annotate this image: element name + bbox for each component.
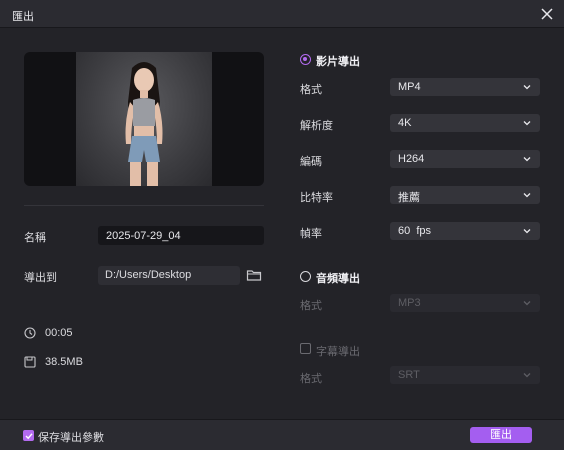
clock-icon — [24, 327, 36, 339]
dialog-title: 匯出 — [12, 11, 34, 23]
chevron-down-icon — [523, 373, 531, 378]
browse-folder-button[interactable] — [246, 267, 262, 283]
save-params-label: 保存導出參數 — [38, 432, 104, 444]
video-preview — [24, 52, 264, 186]
framerate-label: 幀率 — [300, 228, 322, 240]
duration-value: 00:05 — [45, 327, 73, 339]
framerate-select[interactable]: 60 fps — [390, 222, 540, 240]
storage-icon — [24, 356, 36, 368]
chevron-down-icon — [523, 121, 531, 126]
video-format-label: 格式 — [300, 84, 322, 96]
video-format-select[interactable]: MP4 — [390, 78, 540, 96]
person-figure-image — [125, 62, 163, 186]
checkmark-icon — [25, 433, 33, 440]
chevron-down-icon — [523, 157, 531, 162]
export-to-label: 導出到 — [24, 272, 57, 284]
resolution-select[interactable]: 4K — [390, 114, 540, 132]
bitrate-value: 推薦 — [398, 192, 420, 204]
bitrate-select[interactable]: 推薦 — [390, 186, 540, 204]
chevron-down-icon — [523, 301, 531, 306]
dialog-footer: 保存導出參數 匯出 — [0, 419, 564, 450]
codec-label: 編碼 — [300, 156, 322, 168]
framerate-value: 60 fps — [398, 225, 432, 237]
audio-format-select: MP3 — [390, 294, 540, 312]
name-label: 名稱 — [24, 232, 46, 244]
export-path-field[interactable]: D:/Users/Desktop — [98, 266, 240, 285]
export-dialog: 匯出 名稱 2025-07-29_04 導出到 D:/Users/Desktop… — [0, 0, 564, 450]
export-button[interactable]: 匯出 — [470, 427, 532, 443]
codec-select[interactable]: H264 — [390, 150, 540, 168]
name-input[interactable]: 2025-07-29_04 — [98, 226, 264, 245]
codec-value: H264 — [398, 153, 425, 165]
subtitle-export-label: 字幕導出 — [316, 346, 360, 358]
file-size-value: 38.5MB — [45, 356, 83, 368]
audio-export-title: 音頻導出 — [316, 273, 360, 285]
preview-thumbnail — [76, 52, 212, 186]
subtitle-export-checkbox[interactable] — [300, 343, 311, 354]
video-format-value: MP4 — [398, 81, 421, 93]
audio-format-value: MP3 — [398, 297, 421, 309]
close-button[interactable] — [536, 3, 558, 25]
resolution-label: 解析度 — [300, 120, 333, 132]
subtitle-format-label: 格式 — [300, 373, 322, 385]
resolution-value: 4K — [398, 117, 412, 129]
video-export-radio-indicator — [300, 54, 311, 65]
subtitle-format-value: SRT — [398, 369, 420, 381]
save-params-checkbox[interactable] — [23, 430, 34, 441]
subtitle-format-select: SRT — [390, 366, 540, 384]
chevron-down-icon — [523, 193, 531, 198]
video-export-title: 影片導出 — [316, 56, 360, 68]
audio-export-radio-indicator — [300, 271, 311, 282]
folder-icon — [246, 270, 262, 281]
audio-format-label: 格式 — [300, 300, 322, 312]
title-bar: 匯出 — [0, 0, 564, 28]
chevron-down-icon — [523, 85, 531, 90]
close-icon — [541, 8, 553, 20]
chevron-down-icon — [523, 229, 531, 234]
preview-divider — [24, 205, 264, 206]
bitrate-label: 比特率 — [300, 192, 333, 204]
